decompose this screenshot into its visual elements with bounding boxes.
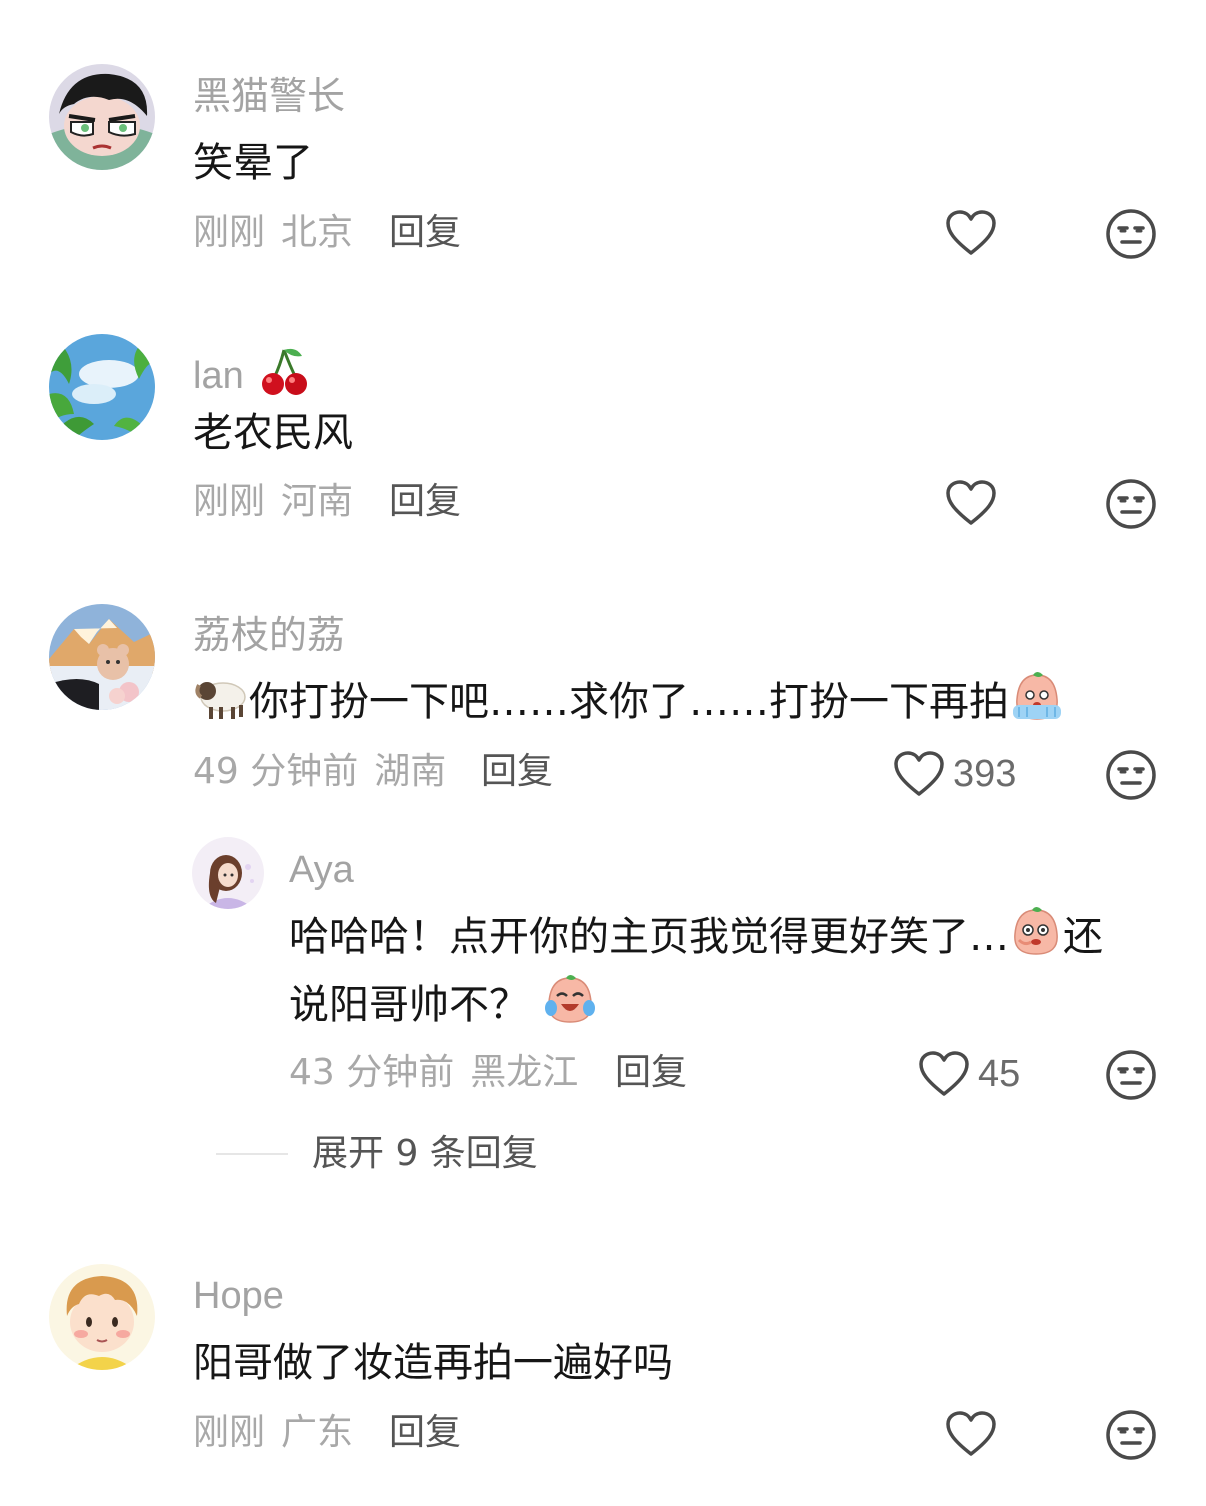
comment-text: 你打扮一下吧……求你了……打扮一下再拍 <box>249 679 1009 725</box>
comment-text: 笑晕了 <box>193 140 313 186</box>
username[interactable]: Hope <box>193 1277 284 1315</box>
comment-time: 刚刚 <box>193 481 266 522</box>
expand-divider <box>216 1153 288 1155</box>
dislike-button[interactable] <box>1105 1409 1157 1461</box>
heart-icon <box>946 210 996 255</box>
comment-time: 49 分钟前 <box>193 751 359 792</box>
username[interactable]: 荔枝的荔 <box>193 616 345 654</box>
comment-meta: 刚刚 河南 <box>193 484 353 520</box>
comment-text-row: 说阳哥帅不？ <box>289 972 599 1037</box>
comment-text-row: 哈哈哈！点开你的主页我觉得更好笑了… 还 <box>289 905 1103 969</box>
reply-button[interactable]: 回复 <box>389 215 461 251</box>
like-button[interactable]: 393 <box>893 750 1016 798</box>
heart-icon <box>919 1051 969 1096</box>
smirk-face-icon <box>1014 907 1058 955</box>
avatar[interactable] <box>49 64 155 170</box>
unamused-face-icon <box>1106 479 1156 529</box>
comment-location: 黑龙江 <box>470 1052 579 1093</box>
heart-icon <box>946 1411 996 1456</box>
like-count: 45 <box>978 1052 1021 1095</box>
like-button[interactable] <box>945 1410 997 1458</box>
like-button[interactable] <box>945 479 997 527</box>
comment-time: 刚刚 <box>193 212 266 253</box>
cartoon-girl-avatar <box>49 64 155 170</box>
cherry-icon <box>261 348 307 395</box>
unamused-face-icon <box>1106 750 1156 800</box>
heart-icon <box>946 480 996 525</box>
dislike-button[interactable] <box>1105 478 1157 530</box>
reply-button[interactable]: 回复 <box>615 1055 687 1091</box>
comment-text: 老农民风 <box>193 410 353 456</box>
avatar[interactable] <box>192 837 264 909</box>
reply-button[interactable]: 回复 <box>389 1415 461 1451</box>
avatar[interactable] <box>49 334 155 440</box>
comment-meta: 43 分钟前 黑龙江 <box>289 1055 578 1091</box>
avatar[interactable] <box>49 1264 155 1370</box>
comment-text: 阳哥做了妆造再拍一遍好吗 <box>193 1340 673 1386</box>
username[interactable]: Aya <box>289 851 354 889</box>
username-text: lan <box>193 355 244 397</box>
comment-location: 湖南 <box>374 751 447 792</box>
comment-time: 43 分钟前 <box>289 1052 455 1093</box>
avatar[interactable] <box>49 604 155 710</box>
comment-meta: 刚刚 北京 <box>193 215 353 251</box>
unamused-face-icon <box>1106 1050 1156 1100</box>
dislike-button[interactable] <box>1105 208 1157 260</box>
username[interactable]: lan <box>193 346 310 398</box>
comment-text-end: 还 <box>1063 914 1103 960</box>
comment-text-row: 你打扮一下吧……求你了……打扮一下再拍 <box>193 670 1065 734</box>
laughing-tears-face-icon <box>545 975 595 1023</box>
unamused-face-icon <box>1106 1410 1156 1460</box>
expand-replies-button[interactable]: 展开 9 条回复 <box>312 1136 538 1172</box>
comment-text: 哈哈哈！点开你的主页我觉得更好笑了… <box>289 914 1009 960</box>
comment-location: 河南 <box>281 481 354 522</box>
dislike-button[interactable] <box>1105 749 1157 801</box>
sheep-icon <box>195 682 246 719</box>
unamused-face-icon <box>1106 209 1156 259</box>
heart-icon <box>894 751 944 796</box>
like-count: 393 <box>953 752 1017 795</box>
cartoon-boy-avatar <box>49 1264 155 1370</box>
comment-time: 刚刚 <box>193 1412 266 1453</box>
comment-meta: 49 分钟前 湖南 <box>193 754 446 790</box>
like-button[interactable]: 45 <box>918 1050 1020 1098</box>
anime-girl-avatar <box>192 837 264 909</box>
comment-meta: 刚刚 广东 <box>193 1415 353 1451</box>
sky-leaves-avatar <box>49 334 155 440</box>
username[interactable]: 黑猫警长 <box>193 77 345 115</box>
mountain-bear-avatar <box>49 604 155 710</box>
reply-button[interactable]: 回复 <box>481 754 553 790</box>
comment-text: 说阳哥帅不？ <box>289 982 529 1028</box>
begging-face-icon <box>1013 672 1061 720</box>
dislike-button[interactable] <box>1105 1049 1157 1101</box>
like-button[interactable] <box>945 209 997 257</box>
comment-location: 广东 <box>281 1412 354 1453</box>
reply-button[interactable]: 回复 <box>389 484 461 520</box>
comment-location: 北京 <box>281 212 354 253</box>
